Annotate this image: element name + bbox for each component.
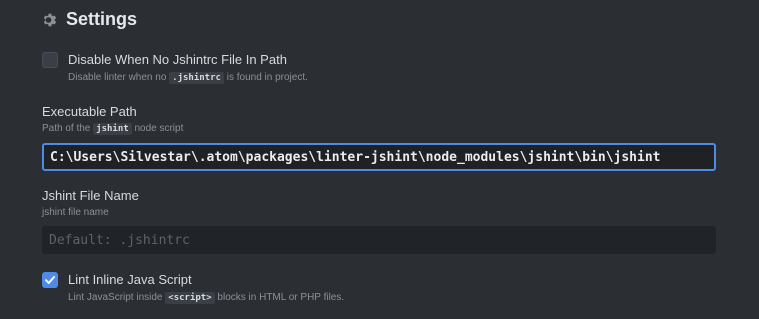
executable-path-input[interactable]	[42, 143, 716, 171]
disable-no-jshintrc-label: Disable When No Jshintrc File In Path	[68, 52, 287, 67]
lint-inline-js-description: Lint JavaScript inside <script> blocks i…	[68, 292, 344, 304]
disable-no-jshintrc-description: Disable linter when no .jshintrc is foun…	[68, 72, 308, 84]
jshint-file-name-label: Jshint File Name	[42, 188, 139, 203]
desc-code: .jshintrc	[169, 72, 224, 84]
desc-text-after: node script	[134, 123, 184, 134]
jshint-file-name-description: jshint file name	[42, 207, 109, 218]
disable-no-jshintrc-checkbox[interactable]	[42, 52, 58, 68]
lint-inline-js-setting: Lint Inline Java Script Lint JavaScript …	[42, 272, 344, 304]
desc-text-before: Lint JavaScript inside	[68, 292, 163, 303]
desc-code: <script>	[165, 292, 215, 304]
gear-icon	[43, 13, 57, 26]
desc-text-before: Disable linter when no	[68, 72, 167, 83]
lint-inline-js-label: Lint Inline Java Script	[68, 272, 192, 287]
executable-path-description: Path of the jshint node script	[42, 123, 184, 135]
executable-path-label: Executable Path	[42, 104, 137, 119]
settings-header: Settings	[42, 9, 137, 30]
page-title: Settings	[66, 9, 138, 29]
desc-text-after: blocks in HTML or PHP files.	[217, 292, 345, 303]
disable-no-jshintrc-setting: Disable When No Jshintrc File In Path Di…	[42, 52, 308, 84]
jshint-file-name-input[interactable]	[42, 226, 716, 254]
desc-code: jshint	[93, 123, 132, 135]
desc-text-before: Path of the	[42, 123, 91, 134]
checkmark-icon	[45, 276, 55, 284]
desc-text-after: is found in project.	[226, 72, 308, 83]
lint-inline-js-checkbox[interactable]	[42, 272, 58, 288]
